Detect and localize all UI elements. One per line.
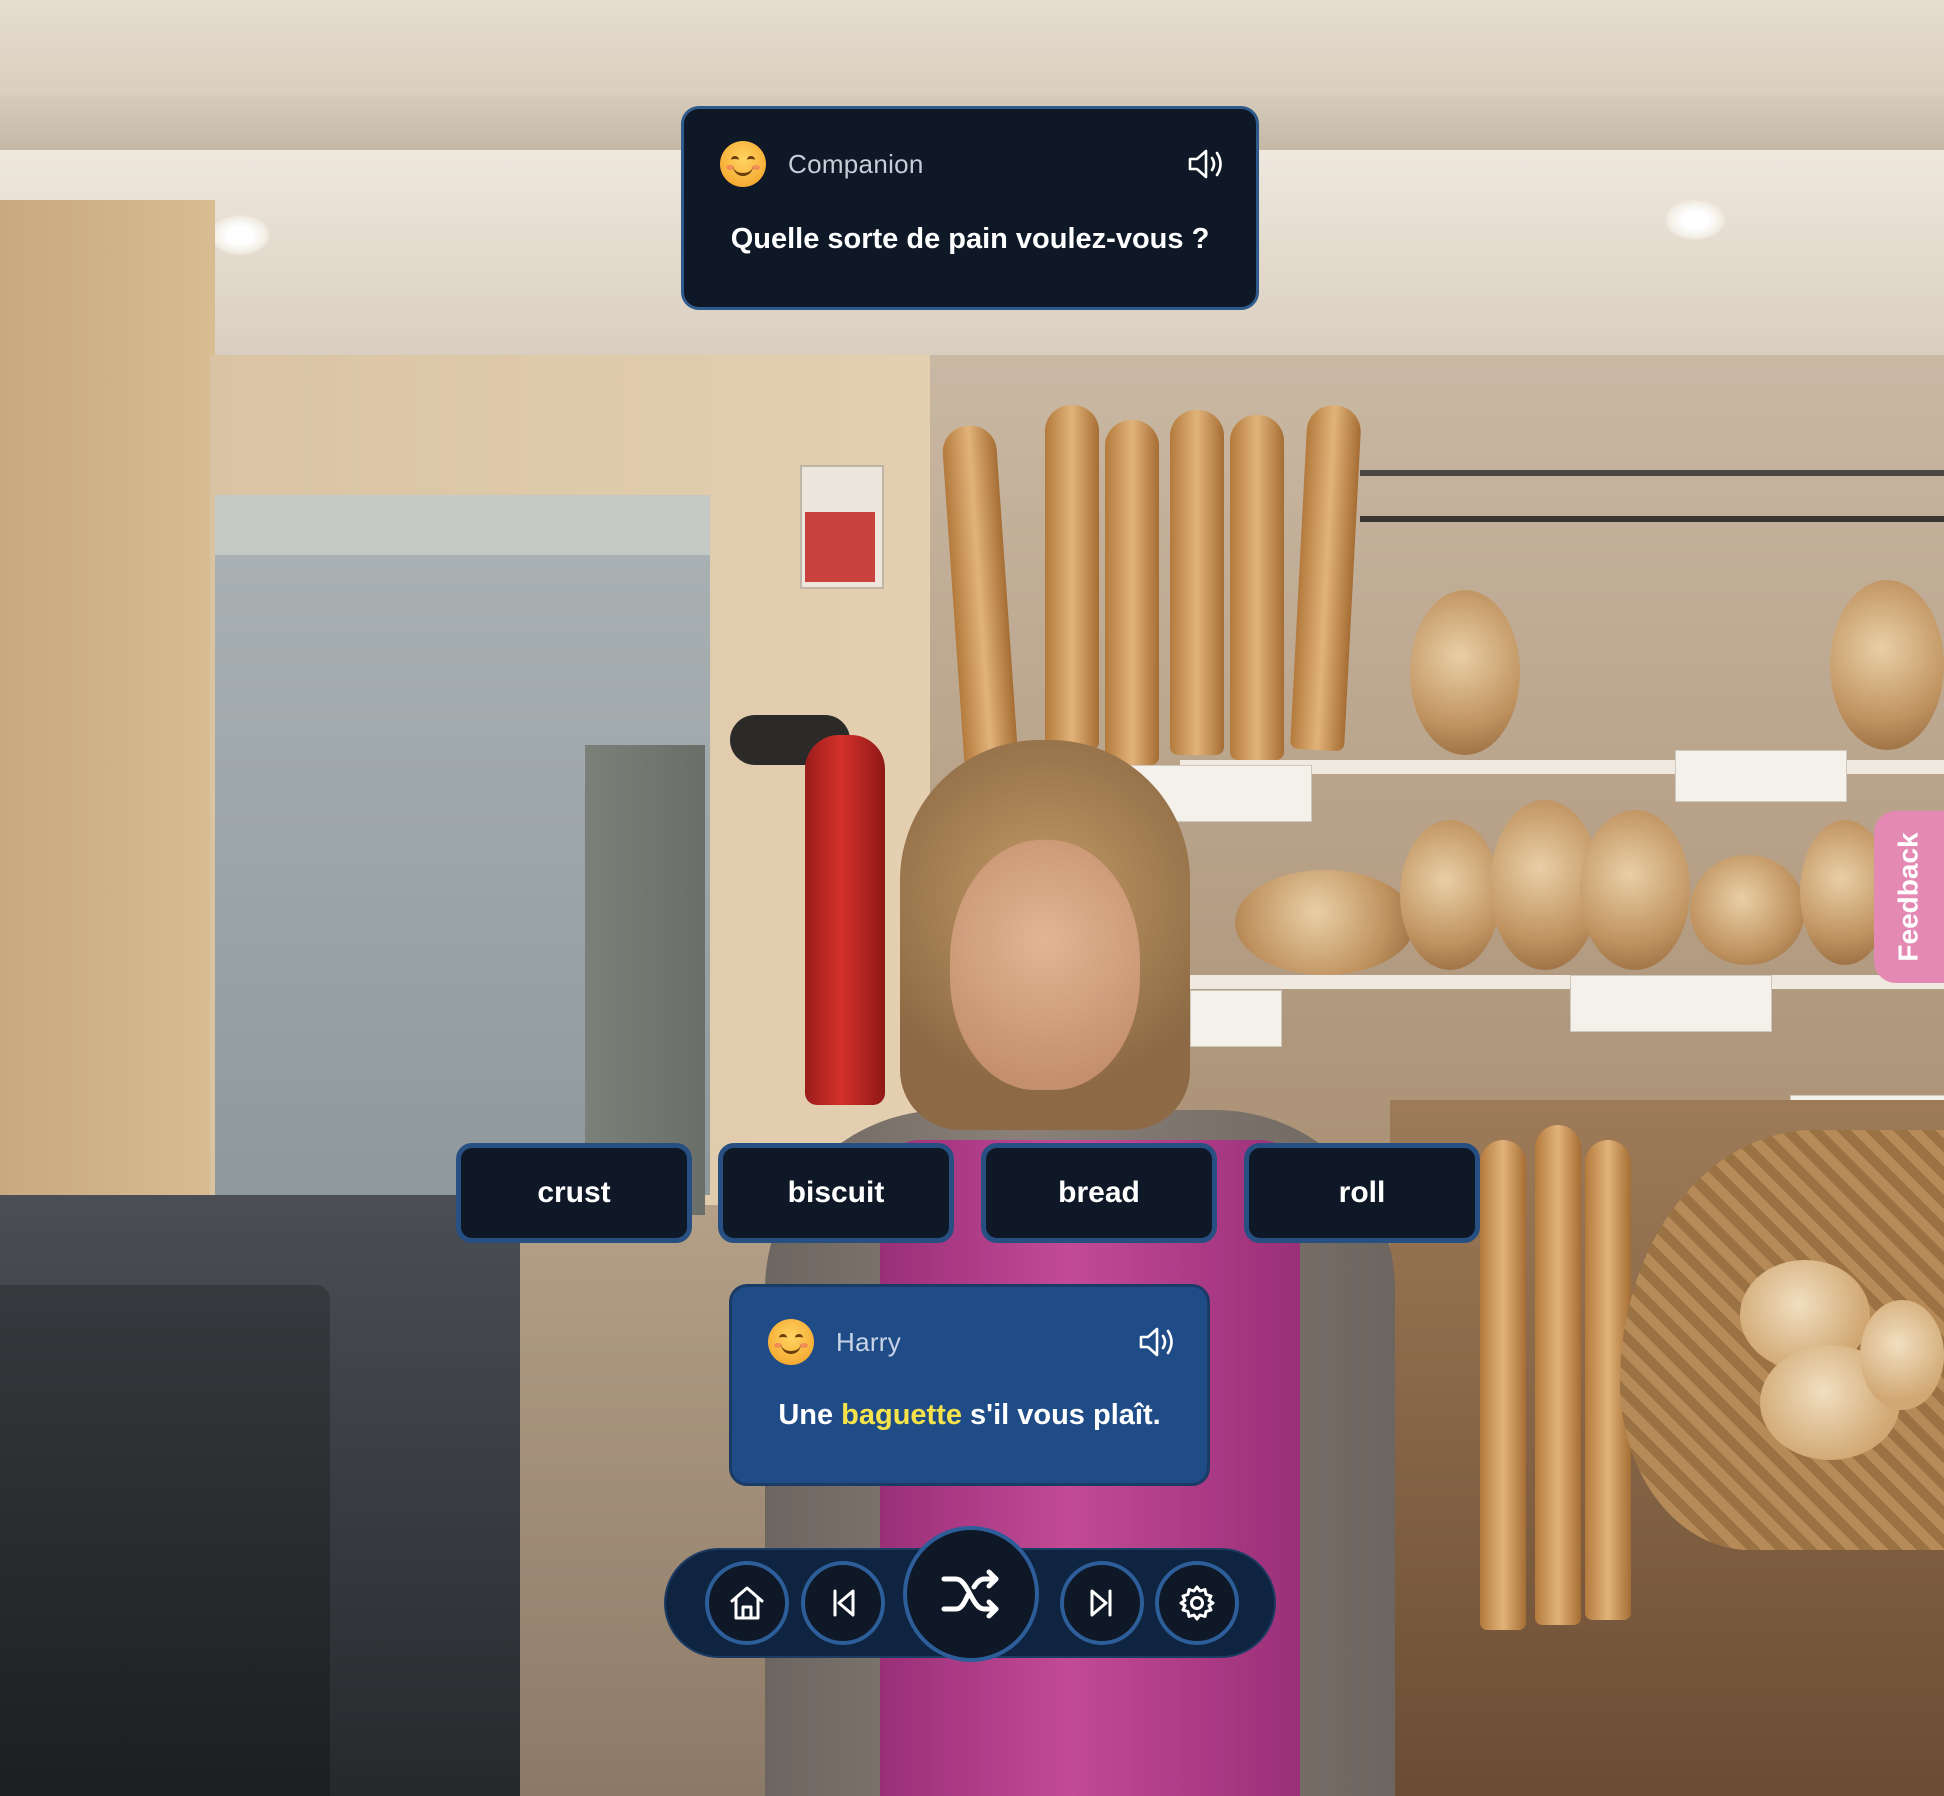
bread-roll — [1860, 1300, 1944, 1410]
bread-loaf — [1410, 590, 1520, 755]
corridor-ceiling — [215, 495, 710, 555]
fire-extinguisher — [805, 735, 885, 1105]
response-text-before: Une — [778, 1399, 842, 1431]
next-button[interactable] — [1060, 1561, 1144, 1645]
companion-speaker-name: Companion — [788, 148, 924, 179]
smiling-face-emoji-icon — [720, 141, 766, 187]
price-tag — [1190, 990, 1282, 1047]
baker-face — [950, 840, 1140, 1090]
response-text-after: s'il vous plaît. — [962, 1399, 1161, 1431]
navigation-bar — [664, 1526, 1276, 1662]
bread-loaf — [1830, 580, 1944, 750]
register-screen — [0, 1285, 330, 1796]
baguette — [1170, 410, 1224, 755]
left-wall — [0, 200, 215, 1200]
shuffle-button[interactable] — [903, 1526, 1039, 1662]
settings-button[interactable] — [1155, 1561, 1239, 1645]
previous-button[interactable] — [801, 1561, 885, 1645]
choice-button-roll[interactable]: roll — [1244, 1143, 1480, 1243]
smiling-face-emoji-icon — [768, 1319, 814, 1365]
user-card-header: Harry — [768, 1317, 1177, 1367]
shelf — [1180, 975, 1944, 989]
bread-loaf — [1580, 810, 1690, 970]
baguette — [1230, 415, 1284, 760]
baguette — [1535, 1125, 1581, 1625]
skip-back-icon — [833, 1589, 855, 1617]
feedback-tab-label: Feedback — [1893, 832, 1925, 962]
highlighted-word: baguette — [841, 1399, 962, 1431]
choice-button-bread[interactable]: bread — [981, 1143, 1217, 1243]
choice-button-crust[interactable]: crust — [456, 1143, 692, 1243]
speaker-icon[interactable] — [1137, 1324, 1177, 1360]
speaker-icon[interactable] — [1186, 146, 1226, 182]
choice-button-biscuit[interactable]: biscuit — [718, 1143, 954, 1243]
companion-card-header: Companion — [720, 139, 1226, 189]
bread-loaf — [1690, 855, 1805, 965]
price-tag — [1675, 750, 1847, 802]
user-speaker-name: Harry — [836, 1326, 902, 1357]
ceiling-light — [1665, 200, 1725, 240]
user-dialogue-card: Harry Une baguette s'il vous plaît. — [729, 1284, 1210, 1486]
wall-sign-red — [805, 512, 875, 582]
baguette — [1480, 1140, 1526, 1630]
baguette — [1045, 405, 1099, 750]
companion-prompt-text: Quelle sorte de pain voulez-vous ? — [730, 223, 1210, 255]
ceiling-light — [210, 215, 270, 255]
answer-choices: crust biscuit bread roll — [456, 1143, 1486, 1243]
price-tag — [1570, 975, 1772, 1032]
iron-rack — [1360, 470, 1944, 522]
shuffle-icon — [941, 1569, 999, 1619]
user-response-text: Une baguette s'il vous plaît. — [732, 1399, 1207, 1432]
gear-icon — [1179, 1585, 1215, 1621]
home-icon — [730, 1586, 764, 1620]
baguette — [1105, 420, 1159, 765]
bread-loaf — [1235, 870, 1415, 975]
bread-loaf — [1400, 820, 1500, 970]
companion-dialogue-card: Companion Quelle sorte de pain voulez-vo… — [681, 106, 1259, 310]
skip-forward-icon — [1090, 1589, 1112, 1617]
feedback-tab[interactable]: Feedback — [1874, 811, 1944, 983]
home-button[interactable] — [705, 1561, 789, 1645]
